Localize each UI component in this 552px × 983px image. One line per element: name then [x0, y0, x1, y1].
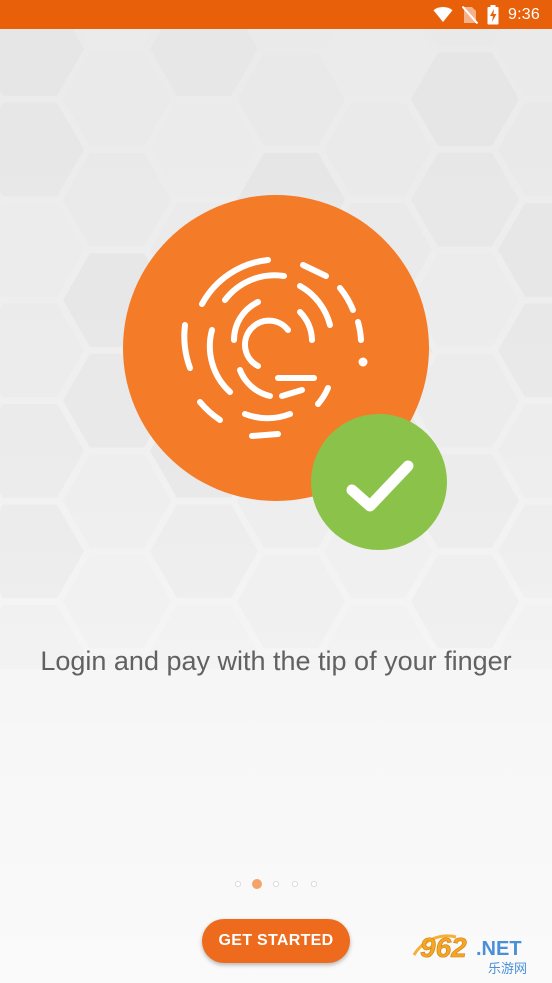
- get-started-button[interactable]: GET STARTED: [202, 919, 350, 963]
- page-dot: [310, 880, 318, 888]
- onboarding-message: Login and pay with the tip of your finge…: [40, 646, 512, 676]
- watermark-logo: 962 .NET 乐游网: [412, 932, 527, 977]
- page-indicator: [234, 879, 318, 889]
- page-dot: [234, 880, 242, 888]
- page-dot-active: [252, 879, 262, 889]
- success-check-circle: [311, 414, 447, 550]
- fingerprint-illustration: [123, 195, 447, 550]
- page-dot: [291, 880, 299, 888]
- watermark-number: 962: [420, 932, 467, 963]
- page-dot: [272, 880, 280, 888]
- watermark-subtitle: 乐游网: [488, 962, 527, 977]
- watermark-suffix: .NET: [476, 938, 522, 960]
